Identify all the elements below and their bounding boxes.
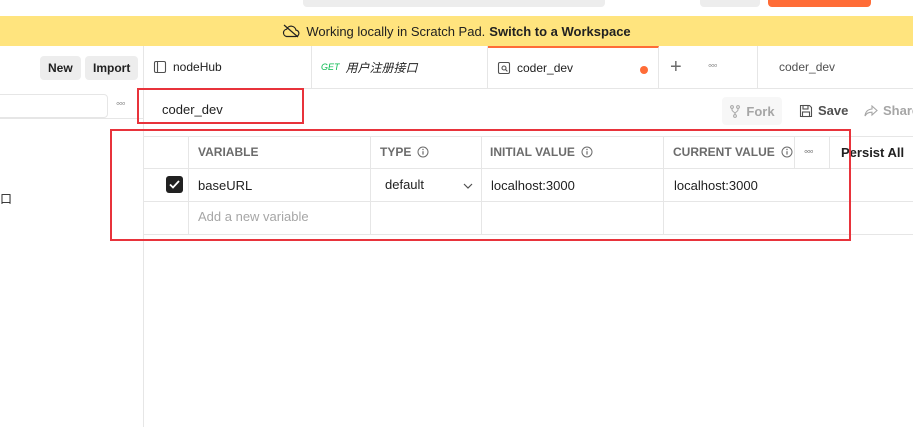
new-tab-plus-icon[interactable]: +: [670, 56, 682, 79]
highlight-box-variables-table: [110, 129, 851, 241]
tab-bar: nodeHub GET 用户注册接口 coder_dev + ◦◦◦ coder…: [144, 46, 913, 89]
tab-label: 用户注册接口: [345, 60, 418, 75]
scratch-pad-banner: Working locally in Scratch Pad. Switch t…: [0, 16, 913, 46]
share-icon: [864, 104, 878, 117]
import-button[interactable]: Import: [85, 56, 139, 80]
cloud-off-icon: [282, 24, 300, 38]
sidebar-divider: [0, 118, 143, 119]
environment-selector[interactable]: coder_dev: [779, 60, 835, 74]
highlight-box-environment-name: [137, 88, 304, 124]
new-button[interactable]: New: [40, 56, 81, 80]
share-label: Share: [883, 103, 913, 118]
save-label: Save: [818, 103, 849, 118]
sidebar-more-icon[interactable]: ◦◦◦: [116, 98, 126, 110]
tab-divider: [757, 46, 758, 88]
share-button[interactable]: Share: [864, 103, 913, 118]
top-bar-button[interactable]: [700, 0, 760, 7]
tab-nodehub[interactable]: nodeHub: [144, 46, 312, 88]
environment-icon: [497, 61, 511, 75]
global-search-bar[interactable]: [303, 0, 605, 7]
save-button[interactable]: Save: [799, 103, 848, 118]
fork-label: Fork: [746, 103, 775, 119]
tab-coder-dev[interactable]: coder_dev: [488, 46, 659, 88]
top-bar: [0, 0, 913, 16]
banner-text: Working locally in Scratch Pad.: [306, 23, 486, 39]
collection-icon: [153, 60, 167, 74]
tab-register-request[interactable]: GET 用户注册接口: [312, 46, 488, 88]
switch-workspace-link[interactable]: Switch to a Workspace: [489, 24, 630, 39]
tab-label: coder_dev: [517, 61, 574, 75]
fork-icon: [729, 104, 741, 118]
http-method-badge: GET: [321, 62, 340, 72]
sidebar-partial-item[interactable]: 口: [0, 190, 12, 207]
tab-label: nodeHub: [173, 60, 222, 74]
sidebar-search-input[interactable]: [0, 94, 108, 118]
fork-button[interactable]: Fork: [722, 97, 782, 125]
save-icon: [799, 104, 813, 118]
tab-more-icon[interactable]: ◦◦◦: [708, 60, 718, 72]
upgrade-button[interactable]: [768, 0, 871, 7]
unsaved-indicator: [640, 66, 648, 74]
